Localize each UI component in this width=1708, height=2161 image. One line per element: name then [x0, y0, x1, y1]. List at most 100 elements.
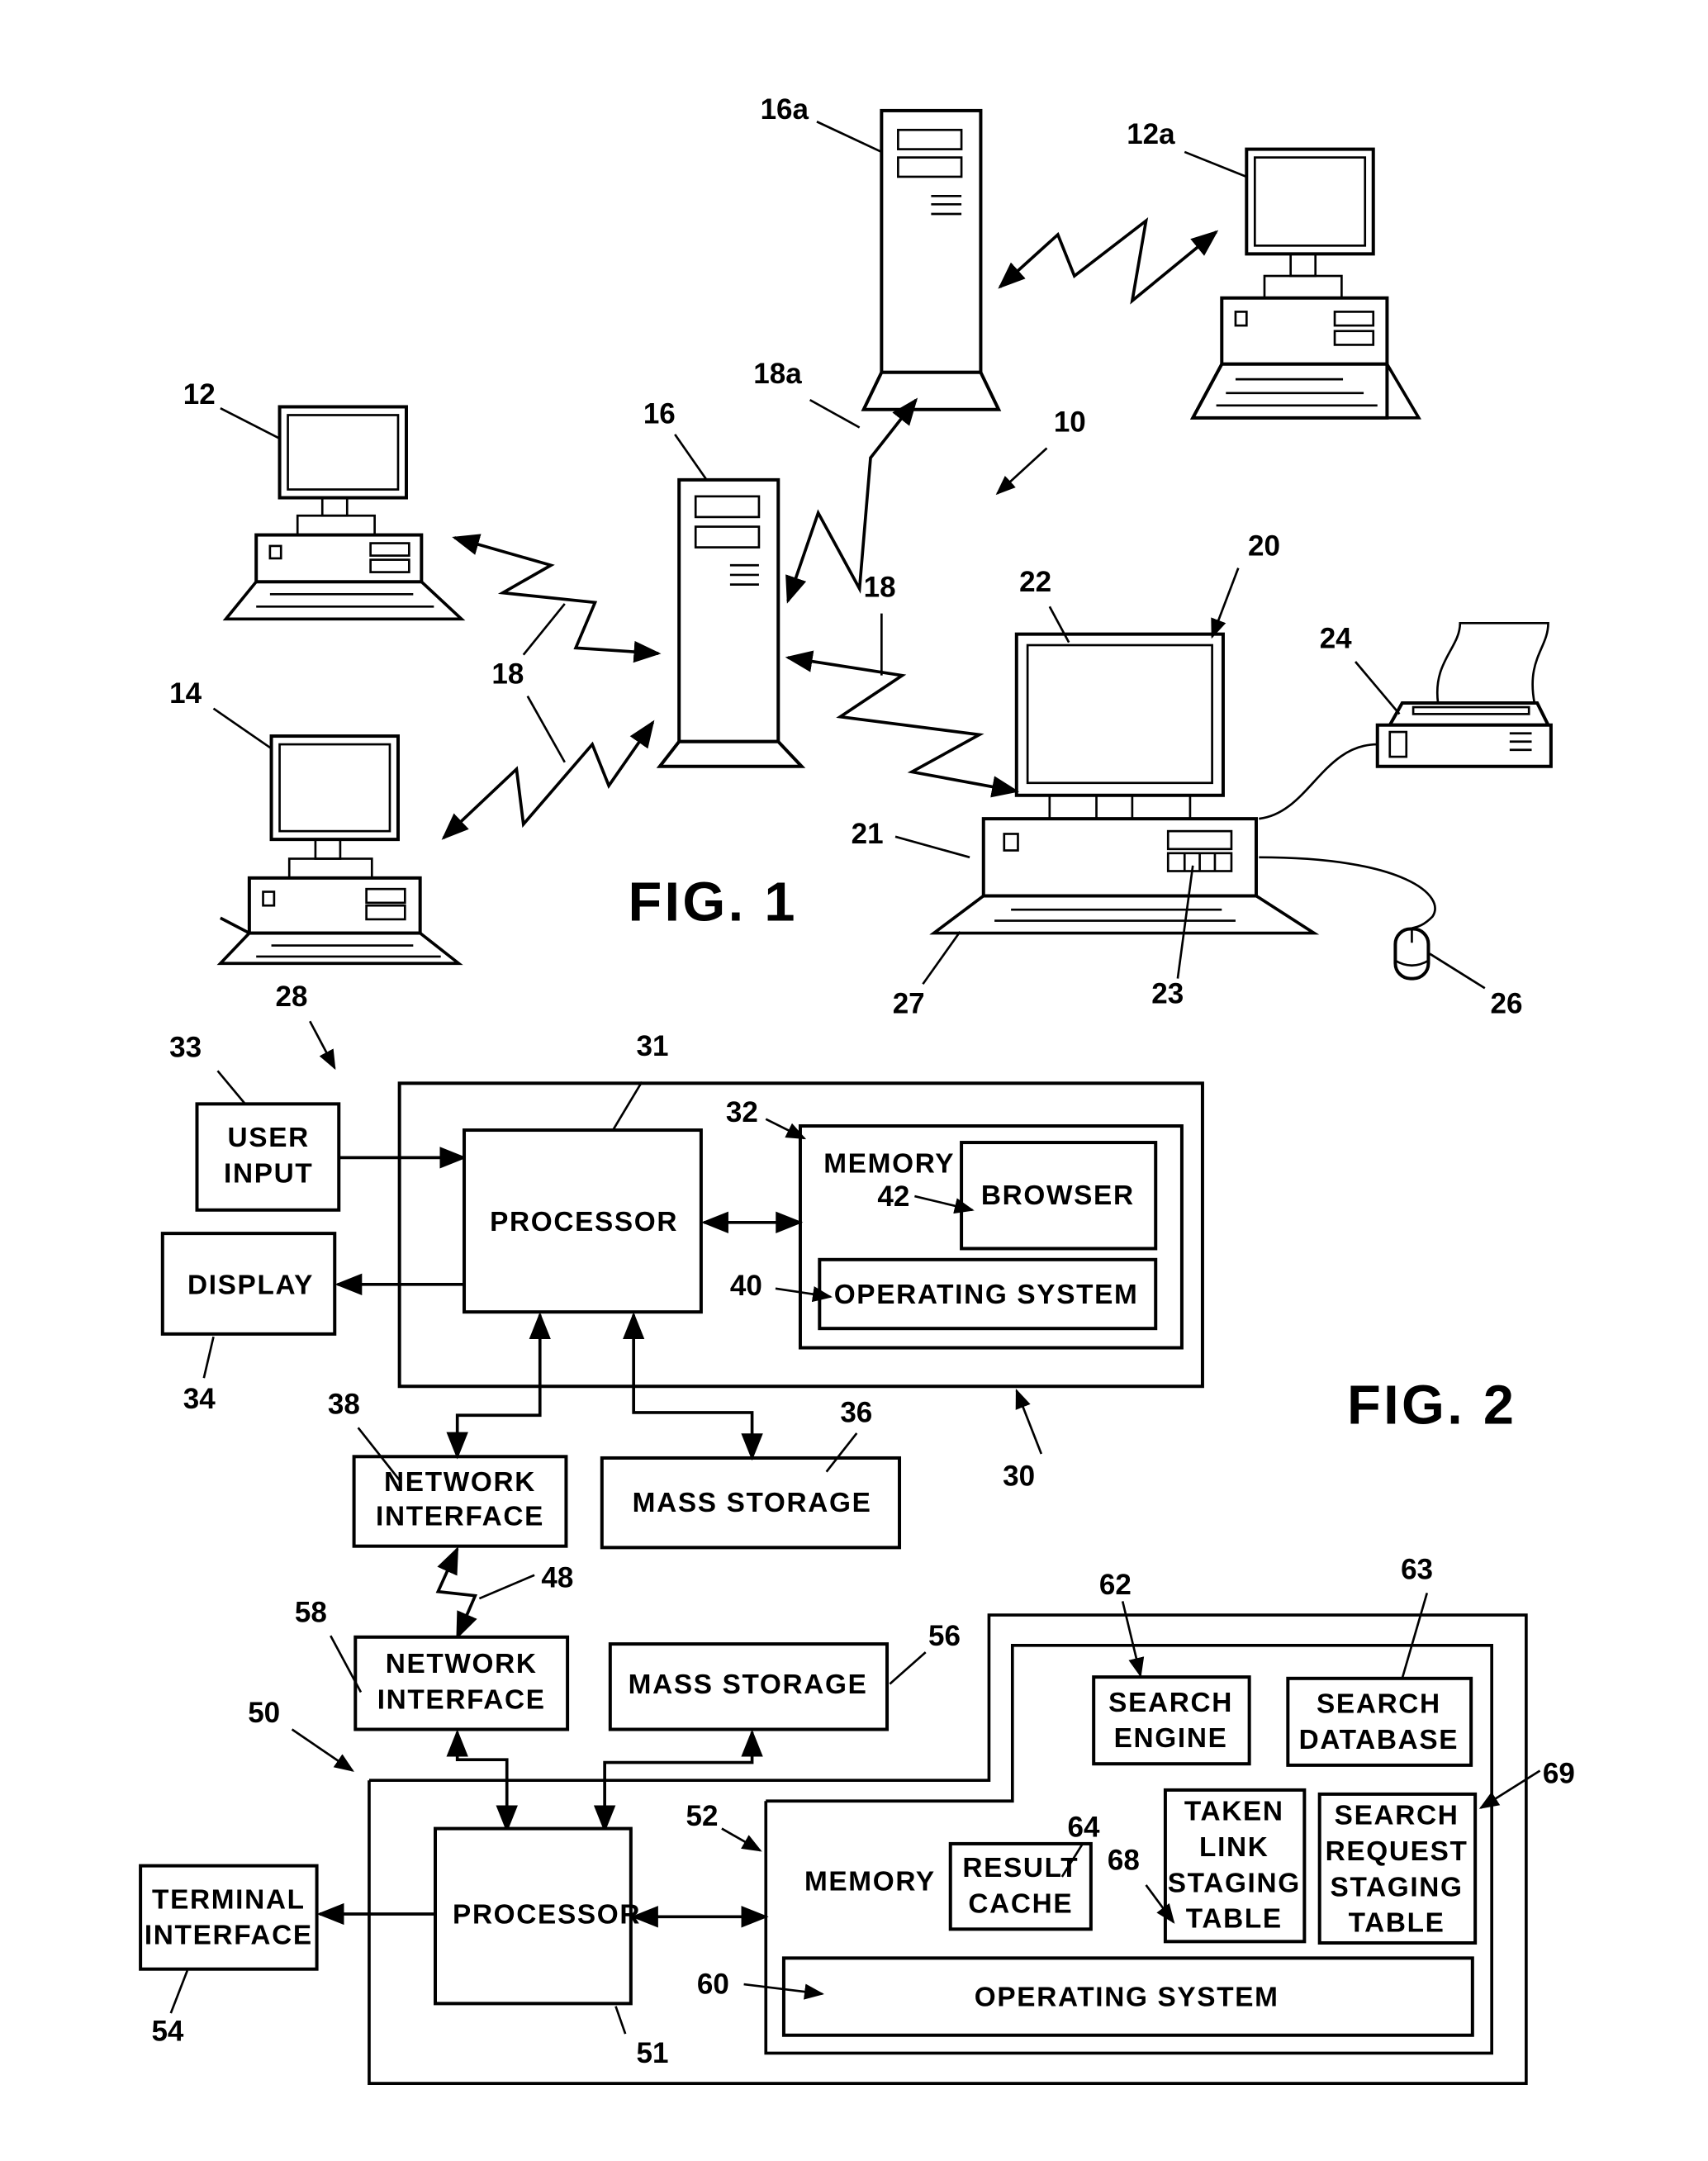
terminal-interface-54-label-2: INTERFACE	[145, 1921, 313, 1951]
ref-31: 31	[636, 1030, 668, 1062]
server-16a-icon	[861, 108, 1002, 411]
computer-20-icon	[929, 632, 1320, 935]
user-input-label-2: INPUT	[224, 1158, 313, 1189]
ref-36: 36	[840, 1397, 872, 1429]
fig2-caption: FIG. 2	[1347, 1375, 1516, 1436]
terminal-interface-54-label-1: TERMINAL	[152, 1884, 306, 1915]
ref-54: 54	[151, 2015, 183, 2047]
leader-30-arrow	[1015, 1389, 1043, 1455]
operating-system-60-label: OPERATING SYSTEM	[975, 1983, 1279, 2013]
ref-58: 58	[295, 1596, 327, 1628]
network-interface-38-label-1: NETWORK	[384, 1467, 536, 1498]
ref-12a: 12a	[1127, 118, 1175, 150]
ref-48: 48	[541, 1562, 573, 1594]
link-48	[435, 1546, 478, 1640]
ref-14: 14	[169, 677, 202, 710]
network-interface-58-label-2: INTERFACE	[377, 1684, 546, 1715]
ref-26: 26	[1490, 987, 1522, 1019]
ref-18a: 18a	[753, 358, 802, 390]
ref-16: 16	[643, 397, 676, 430]
leader-54	[169, 1969, 189, 2014]
ref-63: 63	[1401, 1554, 1433, 1586]
leader-24	[1355, 661, 1401, 715]
ref-16a: 16a	[761, 93, 809, 126]
fig2-server-system: 50 NETWORK INTERFACE 58 MASS STORAGE 56 …	[139, 1554, 1575, 2085]
leader-12	[220, 406, 281, 440]
mouse-26-icon	[1393, 927, 1430, 981]
link-18-client-14	[441, 720, 655, 840]
ref-28: 28	[276, 981, 308, 1013]
taken-link-label-4: TABLE	[1186, 1904, 1283, 1935]
leader-33	[216, 1070, 246, 1105]
client-12a-computer-icon	[1189, 147, 1421, 420]
ref-30: 30	[1003, 1460, 1035, 1492]
ref-27: 27	[893, 987, 925, 1019]
fig1-caption: FIG. 1	[628, 872, 797, 933]
ref-56: 56	[928, 1620, 961, 1652]
result-cache-64-label-1: RESULT	[962, 1853, 1079, 1883]
client-12-computer-icon	[222, 405, 466, 621]
ref-60: 60	[697, 1969, 729, 2001]
leader-18a	[809, 398, 861, 429]
search-engine-62-label-1: SEARCH	[1108, 1688, 1233, 1718]
link-18-client-12	[452, 534, 662, 663]
ref-10: 10	[1054, 406, 1086, 438]
user-input-box	[195, 1102, 341, 1212]
result-cache-64-label-2: CACHE	[968, 1888, 1073, 1919]
printer-24-icon	[1375, 621, 1553, 768]
user-input-label-1: USER	[228, 1123, 310, 1153]
network-interface-38-label-2: INTERFACE	[376, 1502, 544, 1532]
client-14-computer-icon	[216, 734, 463, 966]
server-16-icon	[656, 477, 806, 768]
memory-32-label: MEMORY	[823, 1149, 955, 1180]
ref-32: 32	[726, 1096, 758, 1128]
leader-52-arrow	[721, 1827, 762, 1852]
taken-link-label-2: LINK	[1199, 1832, 1269, 1863]
ref-64: 64	[1068, 1812, 1100, 1844]
link-16a-12a	[998, 217, 1219, 305]
display-label: DISPLAY	[187, 1270, 314, 1301]
ref-52: 52	[686, 1800, 719, 1832]
leader-28-arrow	[309, 1020, 336, 1071]
leader-51	[614, 2006, 627, 2035]
fig1: 16a 12a 16 18a 10 12 14 18 18 22 20 21 2…	[169, 93, 1553, 1019]
browser-label: BROWSER	[981, 1180, 1135, 1211]
leader-10-arrow	[995, 447, 1048, 496]
patent-drawing-sheet: 16a 12a 16 18a 10 12 14 18 18 22 20 21 2…	[139, 93, 1575, 2085]
ref-24: 24	[1320, 622, 1352, 654]
leader-50-arrow	[291, 1728, 354, 1772]
operating-system-40-label: OPERATING SYSTEM	[834, 1280, 1139, 1310]
ref-21: 21	[852, 818, 884, 850]
leader-18-lower	[526, 696, 566, 763]
processor-51-label: PROCESSOR	[453, 1900, 641, 1931]
leader-20-arrow	[1211, 568, 1240, 639]
search-request-label-2: REQUEST	[1326, 1836, 1468, 1867]
search-database-63-label-1: SEARCH	[1317, 1688, 1441, 1719]
leader-14	[212, 707, 273, 750]
processor-31-label: PROCESSOR	[490, 1207, 678, 1237]
leader-27	[922, 931, 961, 986]
leader-48	[478, 1574, 535, 1600]
taken-link-label-1: TAKEN	[1184, 1797, 1284, 1827]
link-18-computer-20	[785, 650, 1020, 798]
ref-22: 22	[1019, 566, 1051, 598]
leader-63	[1401, 1593, 1429, 1679]
ref-62: 62	[1099, 1569, 1132, 1601]
leader-62-arrow	[1121, 1601, 1145, 1678]
leader-26	[1429, 952, 1486, 990]
leader-16a	[816, 121, 882, 154]
search-request-label-3: STAGING	[1331, 1872, 1464, 1902]
network-interface-58-label-1: NETWORK	[386, 1649, 538, 1679]
terminal-interface-54-box	[139, 1864, 319, 1971]
fig2-client-system: 28 30 USER INPUT 33 DISPLAY 34 PROCESSOR…	[160, 981, 1516, 1550]
mass-storage-36-label: MASS STORAGE	[633, 1488, 872, 1518]
mass-storage-56-label: MASS STORAGE	[629, 1669, 868, 1700]
mouse-cable	[1259, 856, 1436, 930]
ref-20: 20	[1248, 530, 1280, 563]
ref-40: 40	[730, 1270, 762, 1302]
search-database-63-label-2: DATABASE	[1299, 1725, 1459, 1755]
leader-34	[202, 1336, 215, 1379]
ref-68: 68	[1108, 1845, 1140, 1877]
search-request-label-1: SEARCH	[1335, 1801, 1459, 1831]
ref-18-right: 18	[864, 572, 896, 604]
